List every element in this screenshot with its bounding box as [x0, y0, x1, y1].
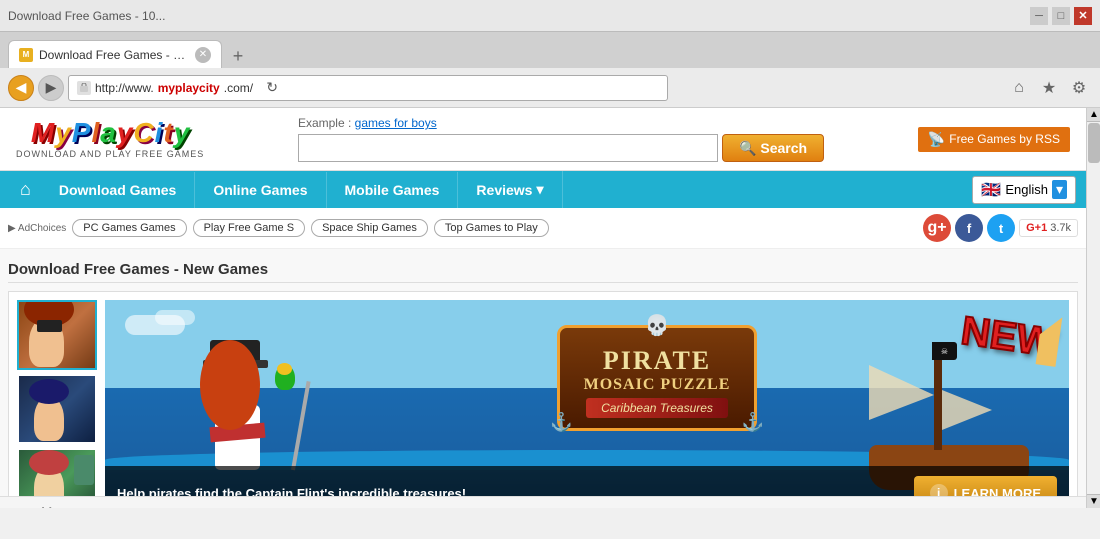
tag-space-ship[interactable]: Space Ship Games — [311, 219, 428, 237]
tag-play-free[interactable]: Play Free Game S — [193, 219, 305, 237]
address-bar[interactable]: http://www. myplaycity .com/ ↻ — [68, 75, 668, 101]
cookie-title: Cookie Use — [16, 505, 926, 508]
tag-top-games[interactable]: Top Games to Play — [434, 219, 549, 237]
window-title: Download Free Games - 10... — [8, 9, 1024, 23]
forward-button[interactable]: ▶ — [38, 75, 64, 101]
nav-menu: ⌂ Download Games Online Games Mobile Gam… — [0, 171, 1086, 208]
cookie-ok-button[interactable]: OK — [1019, 508, 1071, 509]
banner-subtitle: Caribbean Treasures — [586, 398, 728, 418]
twitter-button[interactable]: t — [987, 214, 1015, 242]
search-icon: 🔍 — [739, 140, 756, 157]
ad-choices[interactable]: ▶ AdChoices — [8, 223, 66, 234]
nav-item-download-games[interactable]: Download Games — [41, 172, 195, 208]
banner-title-area: 💀 PIRATE MOSAIC PUZZLE Caribbean Treasur… — [335, 325, 979, 431]
section-title: Download Free Games - New Games — [8, 257, 1078, 283]
url-domain: myplaycity — [158, 81, 220, 95]
back-button[interactable]: ◀ — [8, 75, 34, 101]
scrollbar-down-button[interactable]: ▼ — [1087, 494, 1100, 508]
tab-favicon: M — [19, 48, 33, 62]
nav-item-reviews[interactable]: Reviews ▾ — [458, 171, 562, 208]
site-logo[interactable]: M y P l a y C i t y DOWNLOAD AND PLAY FR — [16, 119, 204, 159]
nav-home-button[interactable]: ⌂ — [10, 171, 41, 208]
tags-bar: ▶ AdChoices PC Games Games Play Free Gam… — [0, 208, 1086, 249]
google-plus-button[interactable]: g+ — [923, 214, 951, 242]
scrollbar-thumb[interactable] — [1088, 123, 1100, 163]
language-label: English — [1005, 182, 1048, 197]
banner-title-line1: PIRATE — [580, 346, 734, 376]
language-dropdown-arrow-icon: ▾ — [1052, 180, 1067, 199]
tab-title: Download Free Games - 10... — [39, 48, 189, 62]
favorites-button[interactable]: ★ — [1036, 75, 1062, 101]
address-icon — [77, 81, 91, 95]
url-prefix: http://www. — [95, 81, 154, 95]
search-area: Example : games for boys 🔍 Search — [298, 116, 824, 162]
tab-close-button[interactable]: ✕ — [195, 47, 211, 63]
cookie-banner: Cookie Use We use cookies to ensure that… — [0, 496, 1086, 508]
game-banner[interactable]: ☠ 💀 PIRATE MOSAIC PUZZLE — [105, 300, 1069, 508]
language-selector[interactable]: 🇬🇧 English ▾ — [972, 176, 1076, 204]
home-toolbar-button[interactable]: ⌂ — [1006, 75, 1032, 101]
example-link[interactable]: games for boys — [355, 116, 437, 130]
rss-icon: 📡 — [928, 131, 945, 148]
url-suffix: .com/ — [224, 81, 253, 95]
gplus-count: G+1 3.7k — [1019, 219, 1078, 237]
search-button[interactable]: 🔍 Search — [722, 134, 824, 162]
close-button[interactable]: ✕ — [1074, 7, 1092, 25]
game-thumb-1[interactable] — [17, 300, 97, 370]
game-thumb-2[interactable] — [17, 374, 97, 444]
dropdown-arrow-icon: ▾ — [536, 181, 543, 198]
rss-link[interactable]: 📡 Free Games by RSS — [918, 127, 1070, 152]
maximize-button[interactable]: □ — [1052, 7, 1070, 25]
search-input[interactable] — [298, 134, 718, 162]
scrollbar[interactable]: ▲ ▼ — [1086, 108, 1100, 508]
new-tab-button[interactable]: + — [226, 44, 250, 68]
flag-icon: 🇬🇧 — [981, 180, 1001, 200]
browser-tab[interactable]: M Download Free Games - 10... ✕ — [8, 40, 222, 68]
game-thumbnails — [17, 300, 97, 508]
facebook-button[interactable]: f — [955, 214, 983, 242]
refresh-button[interactable]: ↻ — [261, 77, 283, 99]
logo-tagline: DOWNLOAD AND PLAY FREE GAMES — [16, 149, 204, 159]
minimize-button[interactable]: ─ — [1030, 7, 1048, 25]
banner-title-line2: MOSAIC PUZZLE — [580, 376, 734, 394]
tag-pc-games[interactable]: PC Games Games — [72, 219, 186, 237]
nav-item-online-games[interactable]: Online Games — [195, 172, 326, 208]
scrollbar-up-button[interactable]: ▲ — [1087, 108, 1100, 122]
nav-item-mobile-games[interactable]: Mobile Games — [327, 172, 459, 208]
settings-button[interactable]: ⚙ — [1066, 75, 1092, 101]
example-text: Example : games for boys — [298, 116, 437, 130]
